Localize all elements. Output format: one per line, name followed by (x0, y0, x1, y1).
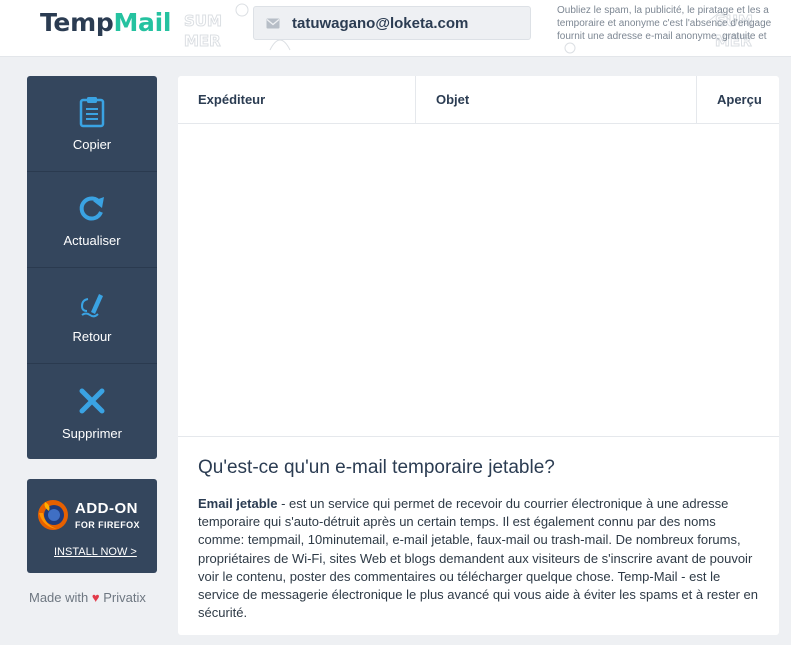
svg-text:SUM: SUM (184, 12, 222, 30)
column-divider (696, 76, 697, 123)
back-button[interactable]: Retour (27, 268, 157, 364)
svg-text:MER: MER (184, 32, 221, 50)
refresh-button[interactable]: Actualiser (27, 172, 157, 268)
refresh-icon (78, 191, 106, 225)
made-with-credit: Made with ♥ Privatix (29, 590, 146, 605)
inbox-panel: Expéditeur Objet Aperçu Qu'est-ce qu'un … (178, 76, 779, 635)
delete-label: Supprimer (62, 425, 122, 441)
privatix-link[interactable]: Privatix (103, 590, 146, 605)
logo[interactable]: TempMail (40, 8, 171, 37)
header-description: Oubliez le spam, la publicité, le pirata… (557, 4, 791, 43)
logo-part-temp: Temp (40, 8, 114, 37)
clipboard-icon (79, 95, 105, 129)
inbox-table-header: Expéditeur Objet Aperçu (178, 76, 779, 124)
email-address-box[interactable]: tatuwagano@loketa.com (253, 6, 531, 40)
description-line: Oubliez le spam, la publicité, le pirata… (557, 5, 769, 16)
copy-button[interactable]: Copier (27, 76, 157, 172)
column-sender: Expéditeur (198, 92, 266, 107)
addon-subtitle: FOR FIREFOX (75, 520, 140, 530)
info-title: Qu'est-ce qu'un e-mail temporaire jetabl… (198, 457, 555, 478)
refresh-label: Actualiser (63, 233, 121, 248)
logo-part-mail: Mail (113, 8, 172, 37)
inbox-message-list (178, 124, 779, 437)
description-line: fournit une adresse e-mail anonyme, grat… (557, 31, 767, 42)
column-divider (415, 76, 416, 123)
install-now-link[interactable]: INSTALL NOW > (54, 546, 137, 558)
header: SUM MER SUM MER TempMail tatuwagano@loke… (0, 0, 791, 57)
addon-title: ADD-ON (75, 500, 138, 517)
close-icon (79, 384, 105, 418)
heart-icon: ♥ (91, 590, 100, 605)
description-line: temporaire et anonyme c'est l'absence d'… (557, 18, 772, 29)
envelope-icon (266, 18, 280, 29)
copy-label: Copier (72, 137, 112, 152)
column-subject: Objet (436, 92, 470, 107)
firefox-icon (37, 499, 69, 536)
info-paragraph: Email jetable - est un service qui perme… (198, 495, 759, 622)
edit-pen-icon (78, 287, 106, 321)
back-label: Retour (72, 329, 112, 344)
info-section: Qu'est-ce qu'un e-mail temporaire jetabl… (178, 437, 779, 622)
made-with-text: Made with (29, 590, 89, 605)
column-preview: Aperçu (717, 92, 762, 107)
delete-button[interactable]: Supprimer (27, 364, 157, 459)
firefox-addon-banner[interactable]: ADD-ON FOR FIREFOX INSTALL NOW > (27, 479, 157, 573)
action-sidebar: Copier Actualiser Retour Supprimer (27, 76, 157, 459)
info-lead: Email jetable (198, 496, 278, 511)
email-address[interactable]: tatuwagano@loketa.com (292, 15, 468, 32)
info-body: - est un service qui permet de recevoir … (198, 496, 759, 621)
